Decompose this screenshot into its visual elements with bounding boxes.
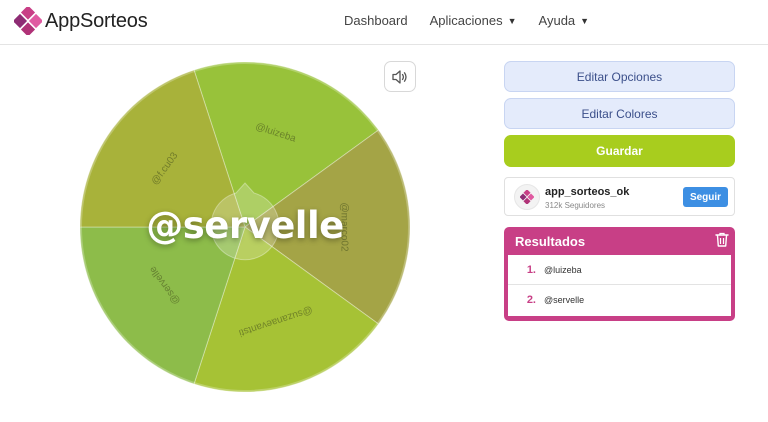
save-button[interactable]: Guardar — [504, 135, 735, 167]
logo-icon — [14, 7, 42, 35]
result-number: 2. — [526, 294, 536, 306]
logo-text: AppSorteos — [45, 9, 148, 32]
list-item: 2. @servelle — [508, 285, 731, 315]
trash-icon[interactable] — [715, 232, 729, 247]
avatar — [514, 184, 540, 210]
logo-icon — [520, 190, 534, 204]
edit-colors-button[interactable]: Editar Colores — [504, 98, 735, 129]
results-panel: Resultados 1. @luizeba 2. @servelle — [504, 227, 735, 321]
winner-name: @servelle — [146, 204, 344, 247]
chevron-down-icon: ▼ — [580, 15, 590, 26]
follow-button[interactable]: Seguir — [683, 187, 728, 207]
nav-ayuda[interactable]: Ayuda ▼ — [539, 13, 590, 28]
sound-toggle-button[interactable] — [384, 61, 416, 92]
edit-options-button[interactable]: Editar Opciones — [504, 61, 735, 92]
result-number: 1. — [526, 263, 536, 276]
chevron-down-icon: ▼ — [507, 15, 517, 26]
list-item: 1. @luizeba — [508, 255, 731, 285]
results-list: 1. @luizeba 2. @servelle — [508, 255, 731, 316]
logo[interactable]: AppSorteos — [14, 7, 148, 35]
top-navbar: AppSorteos Dashboard Aplicaciones ▼ Ayud… — [0, 0, 768, 45]
speaker-icon — [392, 69, 407, 84]
nav-dashboard[interactable]: Dashboard — [344, 13, 408, 28]
account-follow-card: app_sorteos_ok 312k Seguidores Seguir — [504, 177, 735, 216]
main-nav: Dashboard Aplicaciones ▼ Ayuda ▼ — [344, 13, 611, 28]
nav-aplicaciones[interactable]: Aplicaciones ▼ — [430, 13, 517, 28]
follower-count: 312k Seguidores — [545, 201, 606, 210]
result-value: @servelle — [544, 295, 585, 305]
results-title: Resultados — [515, 234, 586, 249]
result-value: @luizeba — [544, 264, 582, 275]
account-name: app_sorteos_ok — [545, 186, 630, 198]
